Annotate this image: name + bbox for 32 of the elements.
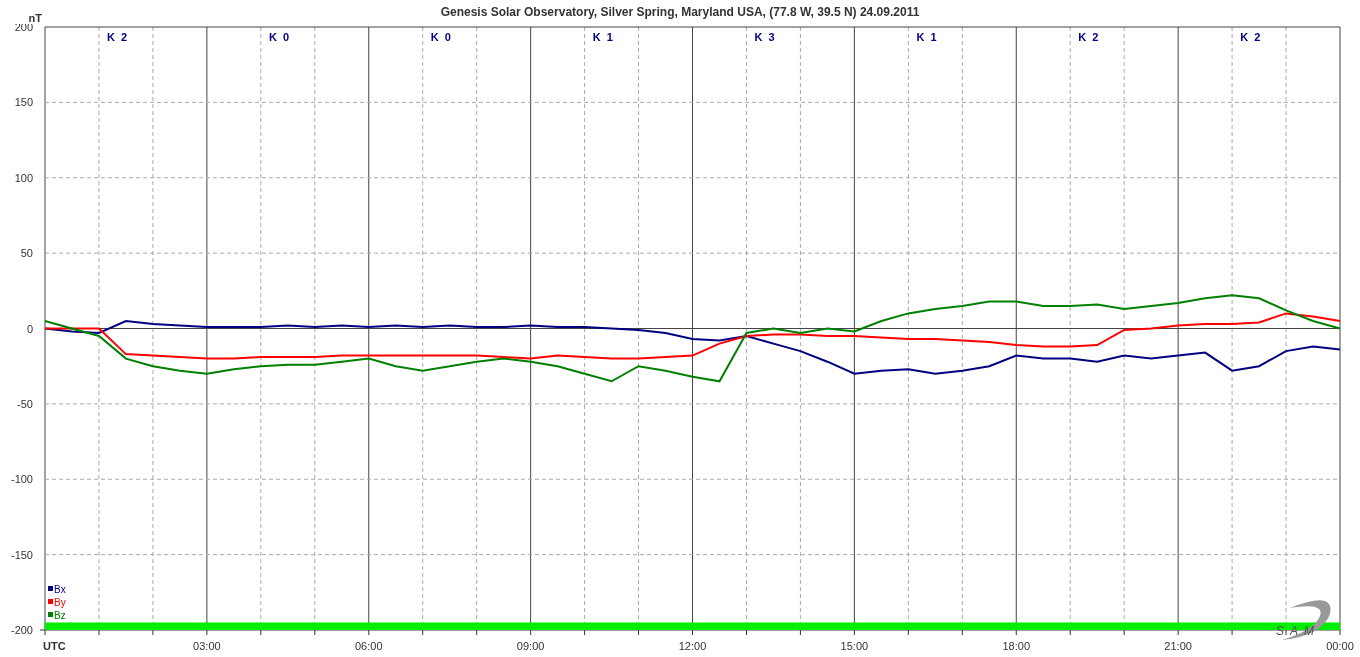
y-tick-label: 50 bbox=[20, 247, 33, 260]
axis-unit: nT bbox=[28, 12, 42, 24]
y-tick-label: -150 bbox=[10, 548, 33, 561]
k-index-label: K 1 bbox=[916, 31, 939, 43]
x-tick-label: 15:00 bbox=[840, 640, 869, 652]
k-index-label: K 3 bbox=[754, 31, 777, 43]
x-tick-label: 00:00 bbox=[1326, 640, 1354, 652]
x-tick-label: 09:00 bbox=[516, 640, 545, 652]
x-tick-label: 12:00 bbox=[678, 640, 707, 652]
chart-title: Genesis Solar Observatory, Silver Spring, Maryland USA, (77.8 W, 39.5 N) 24.09.2011 bbox=[440, 5, 920, 19]
k-index-label: K 2 bbox=[107, 31, 129, 43]
legend-label: By bbox=[54, 597, 66, 608]
y-tick-label: -200 bbox=[10, 624, 33, 636]
k-index-label: K 1 bbox=[592, 31, 615, 43]
y-tick-label: 0 bbox=[26, 322, 33, 335]
k-index-label: K 0 bbox=[430, 31, 453, 43]
y-tick-label: 100 bbox=[14, 171, 33, 184]
x-tick-label: 21:00 bbox=[1164, 640, 1192, 652]
y-tick-label: 200 bbox=[14, 24, 33, 33]
y-tick-label: 150 bbox=[14, 96, 33, 109]
k-index-label: K 0 bbox=[268, 31, 291, 43]
legend-label: Bz bbox=[54, 610, 66, 621]
y-tick-label: -100 bbox=[10, 473, 33, 486]
x-tick-label: 06:00 bbox=[355, 640, 383, 652]
y-tick-label: -50 bbox=[17, 397, 33, 410]
legend-label: Bx bbox=[54, 584, 66, 595]
x-tick-label: 18:00 bbox=[1002, 640, 1030, 652]
k-index-label: K 2 bbox=[1078, 31, 1100, 43]
x-tick-label: UTC bbox=[43, 640, 66, 652]
k-index-label: K 2 bbox=[1240, 31, 1262, 43]
logo-drawing: SAM bbox=[1276, 600, 1331, 640]
x-tick-label: 03:00 bbox=[193, 640, 221, 652]
